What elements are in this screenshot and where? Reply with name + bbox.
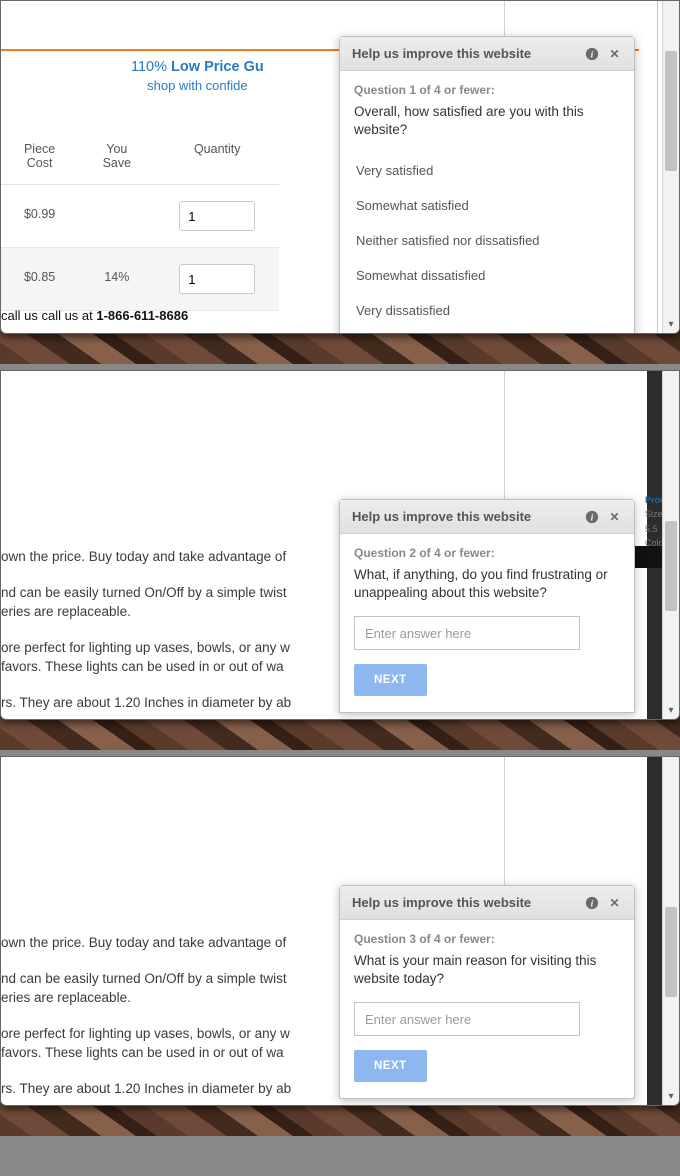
survey-header: Help us improve this website i ✕ [340, 500, 634, 534]
divider [504, 757, 505, 897]
survey-body: Question 2 of 4 or fewer: What, if anyth… [340, 534, 634, 712]
table-header: Piece Cost You Save Quantity [1, 136, 279, 185]
copy-line: own the price. Buy today and take advant… [1, 547, 299, 567]
answer-input[interactable] [354, 1002, 580, 1036]
cell-price: $0.85 [1, 264, 78, 294]
scrollbar-thumb[interactable] [665, 51, 677, 171]
price-table: Piece Cost You Save Quantity $0.99 $0.85… [1, 136, 279, 311]
survey-option[interactable]: Very satisfied [354, 153, 620, 188]
product-description: own the price. Buy today and take advant… [1, 933, 299, 1106]
cell-qty [155, 264, 279, 294]
price-guarantee-promo[interactable]: 110% Low Price Gu shop with confide [131, 59, 264, 93]
survey-progress: Question 1 of 4 or fewer: [354, 83, 620, 97]
next-button[interactable]: NEXT [354, 664, 427, 696]
quantity-input[interactable] [179, 201, 255, 231]
phone-line: call us call us at 1-866-611-8686 [1, 308, 188, 323]
promo-sub: shop with confide [131, 78, 264, 93]
table-row: $0.99 [1, 185, 279, 248]
svg-text:i: i [590, 49, 593, 60]
survey-title: Help us improve this website [352, 46, 576, 61]
table-row: $0.85 14% [1, 248, 279, 311]
cell-save [78, 201, 155, 231]
answer-input[interactable] [354, 616, 580, 650]
screenshot-2: own the price. Buy today and take advant… [0, 370, 680, 750]
quantity-input[interactable] [179, 264, 255, 294]
browser-frame: own the price. Buy today and take advant… [0, 756, 680, 1106]
survey-options: Very satisfied Somewhat satisfied Neithe… [354, 153, 620, 328]
phone-label: call us call us at [1, 308, 96, 323]
survey-body: Question 3 of 4 or fewer: What is your m… [340, 920, 634, 1098]
info-icon[interactable]: i [584, 46, 599, 61]
copy-line: ore perfect for lighting up vases, bowls… [1, 1024, 299, 1063]
col-save: You Save [78, 142, 155, 170]
phone-number: 1-866-611-8686 [96, 308, 188, 323]
cell-price: $0.99 [1, 201, 78, 231]
survey-option[interactable]: Neither satisfied nor dissatisfied [354, 223, 620, 258]
copy-line: nd can be easily turned On/Off by a simp… [1, 583, 299, 622]
promo-bold: Low Price Gu [171, 59, 264, 75]
survey-question: What, if anything, do you find frustrati… [354, 566, 620, 602]
divider [504, 1, 505, 39]
close-icon[interactable]: ✕ [607, 46, 622, 61]
survey-option[interactable]: Somewhat satisfied [354, 188, 620, 223]
survey-question: Overall, how satisfied are you with this… [354, 103, 620, 139]
survey-question: What is your main reason for visiting th… [354, 952, 620, 988]
cell-qty [155, 201, 279, 231]
scroll-down-icon[interactable]: ▾ [663, 702, 679, 719]
copy-line: nd can be easily turned On/Off by a simp… [1, 969, 299, 1008]
product-description: own the price. Buy today and take advant… [1, 547, 299, 720]
survey-popup: Help us improve this website i ✕ Questio… [339, 499, 635, 713]
survey-progress: Question 2 of 4 or fewer: [354, 546, 620, 560]
scrollbar-thumb[interactable] [665, 907, 677, 997]
svg-text:i: i [590, 512, 593, 523]
divider [504, 371, 505, 511]
survey-header: Help us improve this website i ✕ [340, 37, 634, 71]
screenshot-3: own the price. Buy today and take advant… [0, 756, 680, 1136]
col-piece: Piece Cost [1, 142, 78, 170]
svg-text:i: i [590, 898, 593, 909]
copy-line: ore perfect for lighting up vases, bowls… [1, 638, 299, 677]
survey-option[interactable]: Somewhat dissatisfied [354, 258, 620, 293]
scrollbar-thumb[interactable] [665, 521, 677, 611]
browser-frame: own the price. Buy today and take advant… [0, 370, 680, 720]
survey-option[interactable]: Very dissatisfied [354, 293, 620, 328]
close-icon[interactable]: ✕ [607, 509, 622, 524]
info-icon[interactable]: i [584, 509, 599, 524]
col-qty: Quantity [155, 142, 279, 170]
copy-line: rs. They are about 1.20 Inches in diamet… [1, 1079, 299, 1099]
scroll-down-icon[interactable]: ▾ [663, 1088, 679, 1105]
survey-popup: Help us improve this website i ✕ Questio… [339, 885, 635, 1099]
copy-line: rs. They are about 1.20 Inches in diamet… [1, 693, 299, 713]
promo-percent: 110% [131, 59, 167, 75]
survey-title: Help us improve this website [352, 895, 576, 910]
scroll-down-icon[interactable]: ▾ [663, 316, 679, 333]
survey-title: Help us improve this website [352, 509, 576, 524]
cell-save: 14% [78, 264, 155, 294]
screenshot-1: 110% Low Price Gu shop with confide Piec… [0, 0, 680, 364]
info-icon[interactable]: i [584, 895, 599, 910]
next-button[interactable]: NEXT [354, 1050, 427, 1082]
scrollbar[interactable]: ▾ [662, 757, 679, 1105]
copy-line: own the price. Buy today and take advant… [1, 933, 299, 953]
survey-progress: Question 3 of 4 or fewer: [354, 932, 620, 946]
close-icon[interactable]: ✕ [607, 895, 622, 910]
scrollbar[interactable]: ▾ [662, 371, 679, 719]
survey-popup: Help us improve this website i ✕ Questio… [339, 36, 635, 334]
survey-body: Question 1 of 4 or fewer: Overall, how s… [340, 71, 634, 334]
scrollbar[interactable]: ▾ [662, 1, 679, 333]
survey-header: Help us improve this website i ✕ [340, 886, 634, 920]
browser-frame: 110% Low Price Gu shop with confide Piec… [0, 0, 680, 334]
